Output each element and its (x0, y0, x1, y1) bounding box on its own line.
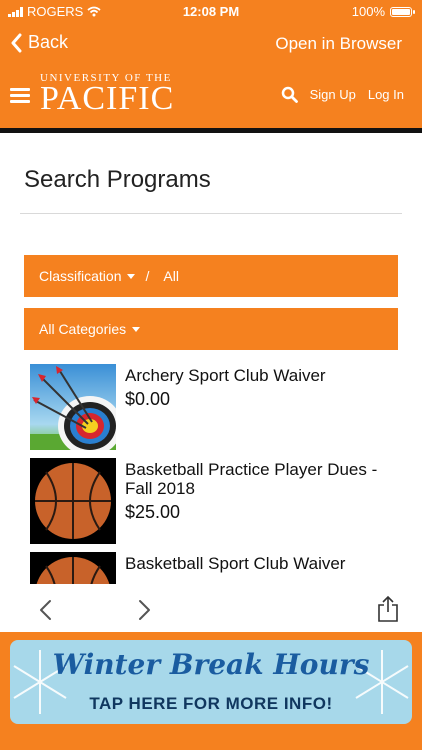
item-price: $25.00 (125, 502, 181, 522)
winter-break-banner[interactable]: Winter Break Hours TAP HERE FOR MORE INF… (10, 640, 412, 724)
item-title: Basketball Practice Player Dues - Fall 2… (125, 460, 378, 498)
caret-down-icon[interactable] (132, 326, 141, 332)
browser-nav-bar: Back Open in Browser (0, 24, 422, 66)
item-info: Basketball Sport Club Waiver (125, 552, 345, 584)
categories-dropdown[interactable]: All Categories (39, 321, 126, 337)
status-bar: ROGERS 12:08 PM 100% (0, 0, 422, 24)
item-title: Archery Sport Club Waiver (125, 366, 326, 385)
item-info: Basketball Practice Player Dues - Fall 2… (125, 458, 400, 544)
classification-filter-bar: Classification / All (24, 255, 398, 297)
chevron-left-icon (11, 33, 22, 52)
back-label: Back (28, 32, 69, 52)
chevron-left-icon[interactable] (38, 599, 52, 621)
header-actions: Sign Up Log In (281, 86, 404, 103)
categories-filter-bar[interactable]: All Categories (24, 308, 398, 350)
university-logo[interactable]: UNIVERSITY OF THE PACIFIC (40, 72, 174, 116)
list-item[interactable]: Basketball Sport Club Waiver (30, 552, 400, 584)
battery-icon (390, 6, 415, 17)
log-in-link[interactable]: Log In (368, 87, 404, 102)
banner-area: Winter Break Hours TAP HERE FOR MORE INF… (0, 632, 422, 750)
banner-title: Winter Break Hours (52, 648, 370, 681)
chevron-right-icon[interactable] (138, 599, 152, 621)
breadcrumb-all[interactable]: All (163, 268, 179, 284)
share-icon[interactable] (377, 595, 399, 623)
item-price: $0.00 (125, 389, 171, 409)
back-button[interactable]: Back (10, 32, 68, 53)
list-item[interactable]: Basketball Practice Player Dues - Fall 2… (30, 458, 400, 544)
program-list: Archery Sport Club Waiver $0.00 Basketba… (30, 364, 400, 584)
classification-dropdown[interactable]: Classification (39, 268, 121, 284)
status-right: 100% (351, 4, 415, 19)
bottom-toolbar (0, 590, 422, 632)
archery-target-image (30, 364, 116, 450)
breadcrumb-separator: / (145, 268, 150, 284)
list-item[interactable]: Archery Sport Club Waiver $0.00 (30, 364, 400, 450)
search-icon[interactable] (281, 86, 298, 103)
sign-up-link[interactable]: Sign Up (310, 87, 356, 102)
banner-subtitle: TAP HERE FOR MORE INFO! (89, 694, 333, 713)
item-title: Basketball Sport Club Waiver (125, 554, 346, 573)
page-title: Search Programs (24, 166, 211, 193)
menu-icon[interactable] (10, 88, 30, 104)
title-divider (20, 213, 402, 214)
open-in-browser-button[interactable]: Open in Browser (275, 34, 402, 54)
basketball-image (30, 552, 116, 584)
basketball-image (30, 458, 116, 544)
battery-percent: 100% (351, 4, 385, 19)
item-info: Archery Sport Club Waiver $0.00 (125, 364, 326, 450)
site-header: UNIVERSITY OF THE PACIFIC Sign Up Log In (0, 66, 422, 133)
logo-main-text: PACIFIC (40, 80, 175, 117)
caret-down-icon[interactable] (127, 273, 136, 279)
